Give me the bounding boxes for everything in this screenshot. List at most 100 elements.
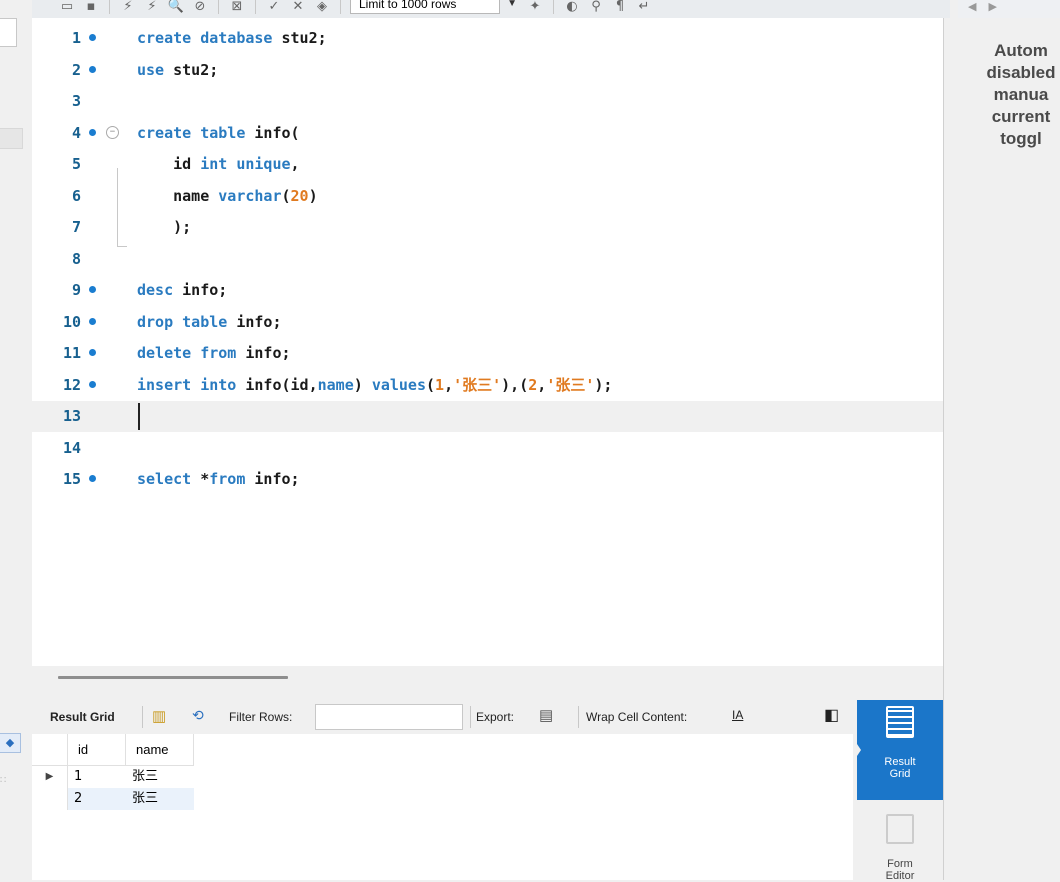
statement-marker-icon[interactable] [89,475,96,482]
toolbar-separator [340,0,341,14]
statement-marker-icon[interactable] [89,65,96,73]
toolbar-separator [109,0,110,14]
execute-icon[interactable]: ⚡ [119,0,137,15]
fold-toggle-icon[interactable]: − [106,125,119,139]
column-header-id[interactable]: id [68,734,126,766]
code-line[interactable]: 6 name varchar(20) [32,181,943,212]
column-header-name[interactable]: name [126,734,194,766]
save-icon[interactable]: ▪ [82,0,100,15]
toggle-panel-icon[interactable]: ◧ [824,705,839,725]
export-label: Export: [476,710,515,724]
navigator-search-input[interactable] [0,18,17,47]
commit-icon[interactable]: ✓ [265,0,283,15]
beautify-icon[interactable]: ✦ [526,0,544,15]
tab-form-editor[interactable]: Form Editor [857,808,943,882]
code-line[interactable]: 3 [32,86,943,117]
editor-result-splitter[interactable] [32,666,943,700]
filter-rows-label: Filter Rows: [229,710,293,724]
statement-marker-icon[interactable] [89,317,96,325]
grid-layout-icon[interactable]: ▥ [152,707,166,725]
code-line[interactable]: 14 [32,433,943,464]
invisible-chars-icon[interactable]: ¶ [611,0,629,15]
export-icon[interactable]: ▤ [539,706,553,724]
horizontal-scrollbar[interactable] [58,676,288,679]
nav-forward-icon[interactable]: ▶ [988,0,996,18]
code-line[interactable]: 2 use stu2; [32,55,943,86]
code-token: info(id, [245,375,318,394]
code-token: '张三' [546,375,595,394]
code-token: name [137,186,219,205]
refresh-icon[interactable]: ⟲ [192,707,204,724]
code-token: id [137,155,201,173]
code-line[interactable]: 9 desc info; [32,275,943,306]
filter-rows-input[interactable] [315,704,463,730]
code-line[interactable]: 8 [32,244,943,275]
result-grid-label: Result Grid [50,710,115,724]
context-help-line: manua [993,85,1049,104]
row-selector[interactable] [32,788,68,810]
resize-grip-icon[interactable]: ∷ [0,775,6,786]
code-line[interactable]: 12 insert into info(id,name) values(1,'张三… [32,370,943,401]
code-token: 20 [290,186,309,205]
code-text: use stu2; [137,55,218,86]
wrap-text-icon[interactable]: IA [732,708,743,722]
row-selector-current[interactable]: ▶ [32,766,68,788]
code-line[interactable]: 7 ); [32,212,943,243]
open-file-icon[interactable]: ▭ [58,0,76,15]
table-cell[interactable]: 1 [68,766,126,788]
statement-marker-icon[interactable] [89,349,96,356]
code-token: info; [245,344,291,362]
explain-icon[interactable]: 🔍 [167,0,185,15]
code-line[interactable]: 15 select *from info; [32,464,943,495]
toggle-error-icon[interactable]: ⊠ [228,0,246,15]
limit-rows-value: Limit to 1000 rows [359,0,457,11]
line-number: 11 [62,344,81,362]
tab-result-grid[interactable]: Result Grid [857,700,943,800]
table-cell[interactable]: 张三 [126,788,194,810]
find-icon[interactable]: ⚲ [587,0,605,15]
limit-rows-select[interactable]: Limit to 1000 rows ▼ [350,0,517,14]
result-grid[interactable]: id name ▶ 1 张三 2 张三 [32,734,853,880]
statement-marker-icon[interactable] [89,128,96,136]
code-line[interactable]: 5 id int unique, [32,149,943,180]
navigator-action-icon[interactable]: ◆ [0,733,21,753]
wrap-lines-icon[interactable]: ↵ [635,0,653,15]
sql-editor[interactable]: 1 create database stu2; 2 use stu2; 3 4 − creat… [32,18,943,666]
toolbar-separator [553,0,554,14]
autocommit-icon[interactable]: ◈ [313,0,331,15]
snippet-icon[interactable]: ◐ [563,0,581,15]
code-token: ) [353,375,372,394]
wrap-cell-label: Wrap Cell Content: [586,710,688,724]
navigator-edge: ◆ ∷ [0,0,32,880]
statement-marker-icon[interactable] [89,380,96,388]
statement-marker-icon[interactable] [89,34,96,41]
code-text: select *from info; [137,464,300,495]
context-help-panel: Autom disabled manua current toggl [943,18,1060,880]
table-cell[interactable]: 2 [68,788,126,810]
code-line[interactable]: 4 − create table info( [32,118,943,149]
nav-back-icon[interactable]: ◀ [968,0,976,18]
line-number: 13 [62,407,81,425]
context-help-line: Autom [994,41,1048,60]
code-line[interactable]: 1 create database stu2; [32,23,943,54]
code-text: create table info( [137,118,300,149]
table-cell[interactable]: 张三 [126,766,194,788]
code-line[interactable]: 13 [32,401,943,432]
code-token: ( [426,375,436,394]
code-token: desc [137,281,183,299]
code-line[interactable]: 11 delete from info; [32,338,943,369]
code-line[interactable]: 10 drop table info; [32,307,943,338]
code-token: '张三' [453,375,502,394]
execute-current-icon[interactable]: ⚡ [143,0,161,15]
line-number: 10 [62,312,81,331]
stop-icon[interactable]: ⊘ [191,0,209,15]
statement-marker-icon[interactable] [89,286,96,293]
navigator-section-header[interactable] [0,128,23,149]
toolbar-separator [142,706,143,728]
context-help-text: Autom disabled manua current toggl [946,40,1060,150]
toolbar-separator [470,706,471,728]
line-number: 9 [71,281,81,299]
result-grid-icon [886,706,914,738]
rollback-icon[interactable]: ✕ [289,0,307,15]
code-token: stu2; [281,29,327,47]
